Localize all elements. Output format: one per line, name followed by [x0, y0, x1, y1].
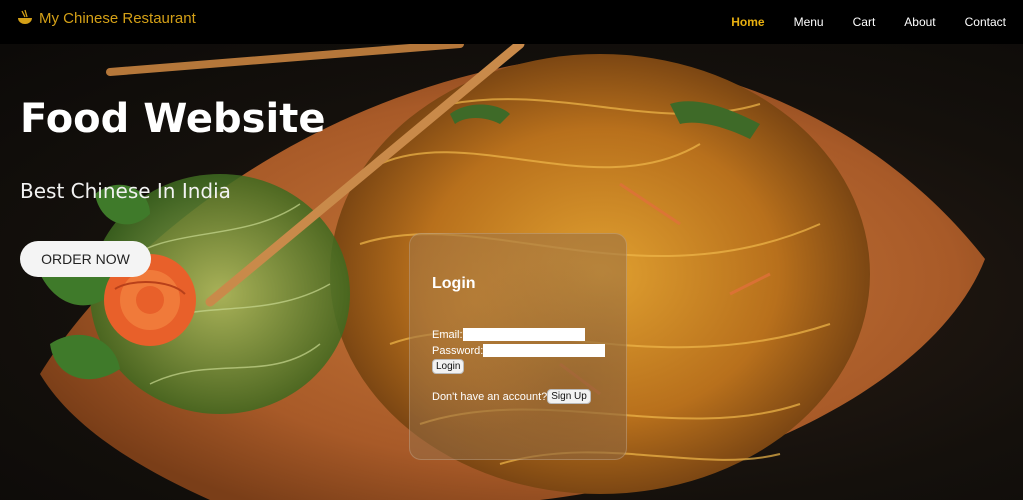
nav-menu[interactable]: Menu: [794, 15, 824, 29]
order-now-button[interactable]: ORDER NOW: [20, 241, 151, 277]
signup-button[interactable]: Sign Up: [547, 389, 591, 404]
login-card: Login Email: Password: Login Don't have …: [409, 233, 627, 460]
nav-links: Home Menu Cart About Contact: [731, 0, 1023, 44]
nav-home[interactable]: Home: [731, 15, 764, 29]
nav-contact[interactable]: Contact: [965, 15, 1006, 29]
password-label: Password:: [432, 344, 484, 357]
navbar: My Chinese Restaurant Home Menu Cart Abo…: [0, 0, 1023, 44]
brand-name: My Chinese Restaurant: [39, 9, 196, 27]
login-title: Login: [432, 275, 476, 292]
nav-about[interactable]: About: [904, 15, 935, 29]
noodle-bowl-icon: [16, 9, 34, 27]
signup-prompt: Don't have an account?: [432, 390, 548, 403]
password-field[interactable]: [483, 344, 606, 357]
hero-subtitle: Best Chinese In India: [20, 179, 231, 203]
email-row: Email:: [432, 328, 585, 341]
hero-title: Food Website: [20, 96, 326, 142]
nav-cart[interactable]: Cart: [853, 15, 876, 29]
brand[interactable]: My Chinese Restaurant: [16, 9, 196, 27]
signup-row: Don't have an account? Sign Up: [432, 389, 591, 404]
email-field[interactable]: [462, 328, 585, 341]
login-button[interactable]: Login: [432, 359, 465, 374]
password-row: Password:: [432, 344, 606, 357]
email-label: Email:: [432, 328, 463, 341]
